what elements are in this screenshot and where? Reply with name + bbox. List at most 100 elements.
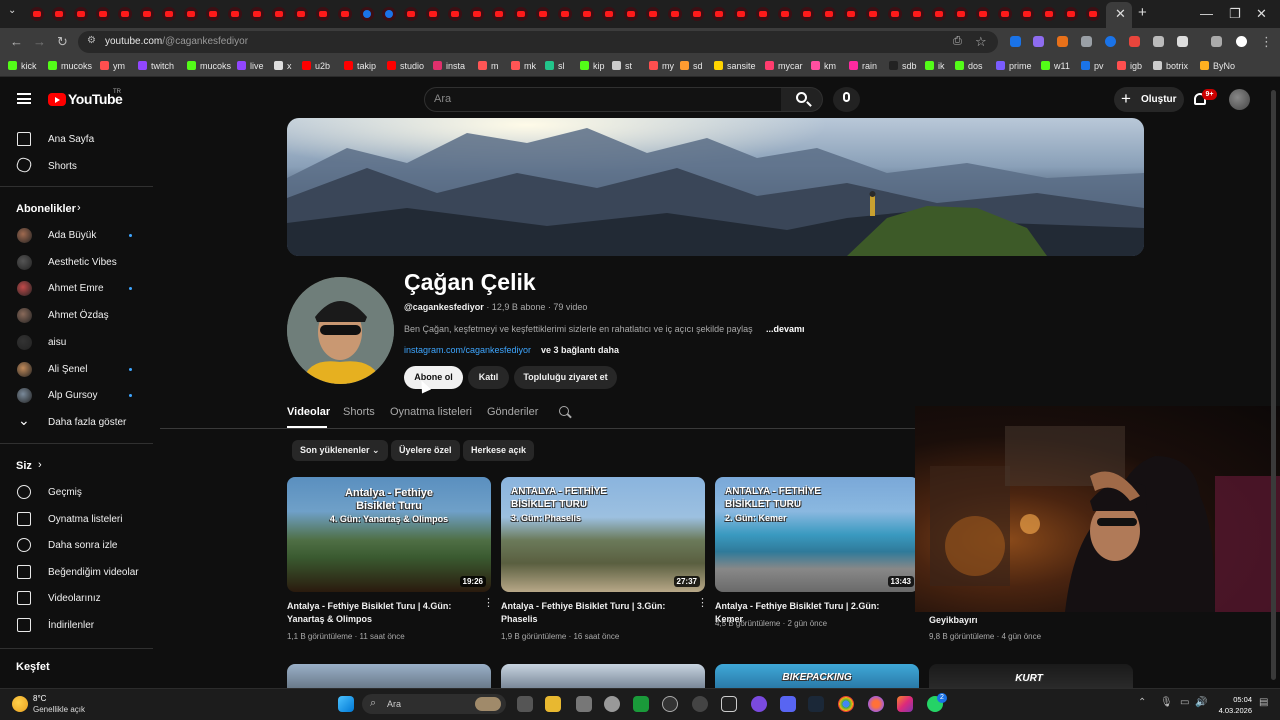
tab-favicon-icon[interactable]	[602, 7, 616, 21]
tab-favicon-icon[interactable]	[734, 7, 748, 21]
back-icon[interactable]: ←	[10, 34, 23, 49]
more-links[interactable]: ve 3 bağlantı daha	[541, 345, 619, 355]
reload-icon[interactable]: ↻	[57, 34, 68, 50]
channel-link[interactable]: instagram.com/cagankesfediyor	[404, 345, 531, 355]
tab-favicon-icon[interactable]	[778, 7, 792, 21]
chrome-icon[interactable]	[838, 696, 854, 712]
steam-icon[interactable]	[808, 696, 824, 712]
discord-icon[interactable]	[780, 696, 796, 712]
description-more-link[interactable]: ...devamı	[766, 324, 805, 334]
bookmark-item[interactable]: igb	[1117, 61, 1142, 71]
chip-public[interactable]: Herkese açık	[463, 440, 535, 461]
liked-videos-icon[interactable]	[17, 564, 31, 579]
tab-favicon-icon[interactable]	[624, 7, 638, 21]
tab-favicon-icon[interactable]	[580, 7, 594, 21]
bookmark-item[interactable]: x	[274, 61, 292, 71]
app-icon[interactable]	[576, 696, 592, 712]
extensions-puzzle-icon[interactable]	[1177, 36, 1188, 47]
video-thumbnail[interactable]: BIKEPACKING	[715, 664, 919, 688]
bookmark-item[interactable]: prime	[996, 61, 1032, 71]
video-menu-icon[interactable]: ⋮	[911, 598, 922, 609]
tab-favicon-icon[interactable]	[206, 7, 220, 21]
bookmark-item[interactable]: ik	[925, 61, 945, 71]
video-title[interactable]: Geyikbayırı	[929, 614, 1115, 627]
youtube-logo-icon[interactable]	[48, 93, 66, 106]
join-button[interactable]: Katıl	[468, 366, 509, 389]
browser-menu-icon[interactable]: ⋮	[1260, 34, 1273, 50]
home-icon[interactable]	[17, 132, 31, 146]
tab-favicon-icon[interactable]	[382, 7, 396, 21]
tray-chevron-icon[interactable]: ⌃	[1138, 697, 1146, 708]
video-thumbnail[interactable]: KURT	[929, 664, 1133, 688]
tab-favicon-icon[interactable]	[338, 7, 352, 21]
tab-favicon-icon[interactable]	[360, 7, 374, 21]
close-tab-icon[interactable]: ✕	[1115, 6, 1126, 22]
extension-3-icon[interactable]	[1057, 36, 1068, 47]
bookmark-item[interactable]: st	[612, 61, 632, 71]
bookmark-item[interactable]: dos	[955, 61, 983, 71]
site-info-icon[interactable]: ⚙	[87, 35, 96, 46]
subscription-avatar[interactable]	[17, 228, 32, 243]
bookmark-item[interactable]: kip	[580, 61, 605, 71]
bookmark-item[interactable]: live	[237, 61, 264, 71]
bookmark-item[interactable]: mycar	[765, 61, 803, 71]
tab-favicon-icon[interactable]	[536, 7, 550, 21]
sidebar-item-you[interactable]: Daha sonra izle	[48, 540, 117, 551]
firefox-icon[interactable]	[868, 696, 884, 712]
weather-description[interactable]: Genellikle açık	[33, 705, 85, 714]
bookmark-item[interactable]: pv	[1081, 61, 1104, 71]
tab-favicon-icon[interactable]	[448, 7, 462, 21]
bookmark-item[interactable]: studio	[387, 61, 424, 71]
maximize-icon[interactable]: ❐	[1229, 6, 1241, 22]
account-avatar[interactable]	[1229, 89, 1250, 110]
search-icon[interactable]	[796, 92, 807, 103]
bookmark-item[interactable]: km	[811, 61, 836, 71]
video-thumbnail[interactable]	[287, 664, 491, 688]
url-text[interactable]: youtube.com/@cagankesfediyor	[105, 36, 248, 47]
extension-2-icon[interactable]	[1033, 36, 1044, 47]
sidebar-item-you[interactable]: İndirilenler	[48, 620, 94, 631]
subscription-item[interactable]: Aesthetic Vibes	[48, 257, 117, 268]
start-icon[interactable]	[338, 696, 354, 712]
weather-temperature[interactable]: 8°C	[33, 694, 46, 703]
subscribe-button[interactable]: Abone ol	[404, 366, 463, 389]
taskbar-clock[interactable]: 05:04 4.03.2026	[1212, 694, 1252, 716]
tab-favicon-icon[interactable]	[1086, 7, 1100, 21]
subscription-avatar[interactable]	[17, 361, 32, 377]
bookmark-item[interactable]: ym	[100, 61, 125, 71]
chevron-down-icon[interactable]: ⌄	[18, 412, 30, 429]
tab-favicon-icon[interactable]	[294, 7, 308, 21]
video-thumbnail[interactable]	[501, 664, 705, 688]
weather-icon[interactable]	[12, 696, 28, 712]
tab-favicon-icon[interactable]	[184, 7, 198, 21]
bookmark-item[interactable]: rain	[849, 61, 877, 71]
sidebar-item-home[interactable]: Ana Sayfa	[48, 134, 94, 145]
install-app-icon[interactable]: ⎙	[953, 35, 962, 48]
subscriptions-heading[interactable]: Abonelikler	[16, 203, 76, 215]
chevron-right-icon[interactable]: ›	[77, 202, 81, 214]
channel-search-icon[interactable]	[559, 406, 569, 416]
tab-favicon-icon[interactable]	[976, 7, 990, 21]
bookmark-item[interactable]: kick	[8, 61, 37, 71]
app-icon[interactable]	[692, 696, 708, 712]
bookmark-item[interactable]: mk	[511, 61, 536, 71]
sidebar-item-you[interactable]: Videolarınız	[48, 593, 101, 604]
playlists-icon[interactable]	[17, 511, 31, 526]
tab-favicon-icon[interactable]	[250, 7, 264, 21]
video-title[interactable]: Antalya - Fethiye Bisiklet Turu | 3.Gün:…	[501, 600, 687, 626]
subscription-item[interactable]: Ada Büyük	[48, 230, 96, 241]
notifications-icon[interactable]: ▤	[1259, 697, 1268, 708]
tab-favicon-icon[interactable]	[558, 7, 572, 21]
subscription-item[interactable]: Ahmet Özdaş	[48, 310, 109, 321]
you-heading[interactable]: Siz	[16, 460, 32, 472]
tab-favicon-icon[interactable]	[316, 7, 330, 21]
tab-favicon-icon[interactable]	[140, 7, 154, 21]
tab-favicon-icon[interactable]	[30, 7, 44, 21]
tab-favicon-icon[interactable]	[514, 7, 528, 21]
tab-favicon-icon[interactable]	[822, 7, 836, 21]
extension-7-icon[interactable]	[1153, 36, 1164, 47]
channel-description[interactable]: Ben Çağan, keşfetmeyi ve keşfettiklerimi…	[404, 324, 753, 334]
subscription-avatar[interactable]	[17, 254, 32, 270]
instagram-icon[interactable]	[897, 696, 913, 712]
forward-icon[interactable]: →	[33, 34, 46, 49]
